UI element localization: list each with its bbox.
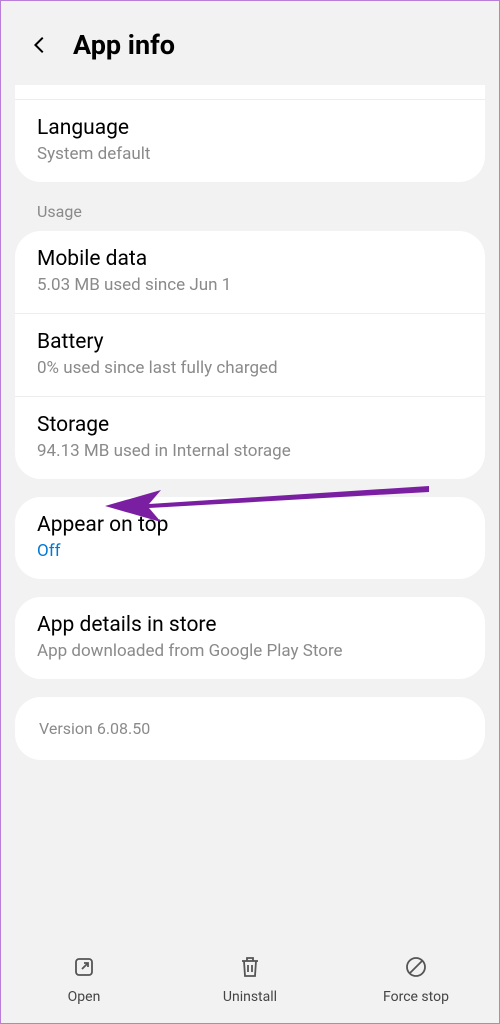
section-label-usage: Usage xyxy=(15,182,485,231)
row-subtitle: App downloaded from Google Play Store xyxy=(37,641,463,661)
forbidden-icon xyxy=(402,953,430,981)
row-title: Mobile data xyxy=(37,247,463,271)
trash-icon xyxy=(236,953,264,981)
row-mobile-data[interactable]: Mobile data 5.03 MB used since Jun 1 xyxy=(15,231,485,314)
row-subtitle: 94.13 MB used in Internal storage xyxy=(37,441,463,461)
page-title: App info xyxy=(73,29,175,61)
appear-on-top-card: Appear on top Off xyxy=(15,497,485,579)
version-card: Version 6.08.50 xyxy=(15,697,485,760)
version-text: Version 6.08.50 xyxy=(39,719,461,738)
bottom-bar: Open Uninstall Force stop xyxy=(1,939,499,1023)
row-appear-on-top[interactable]: Appear on top Off xyxy=(15,497,485,579)
bottom-label: Force stop xyxy=(383,989,449,1005)
row-title: Storage xyxy=(37,413,463,437)
row-storage[interactable]: Storage 94.13 MB used in Internal storag… xyxy=(15,397,485,479)
back-icon[interactable] xyxy=(29,34,51,56)
row-language[interactable]: Language System default xyxy=(15,100,485,182)
bottom-label: Uninstall xyxy=(223,989,277,1005)
row-title: Language xyxy=(37,116,463,140)
row-title: App details in store xyxy=(37,613,463,637)
open-icon xyxy=(70,953,98,981)
language-card: Language System default xyxy=(15,85,485,182)
app-details-card: App details in store App downloaded from… xyxy=(15,597,485,679)
open-button[interactable]: Open xyxy=(2,953,166,1005)
row-title: Battery xyxy=(37,330,463,354)
row-subtitle: 0% used since last fully charged xyxy=(37,358,463,378)
row-subtitle: System default xyxy=(37,144,463,164)
header: App info xyxy=(1,1,499,85)
row-title: Appear on top xyxy=(37,513,463,537)
row-subtitle: 5.03 MB used since Jun 1 xyxy=(37,275,463,295)
row-app-details[interactable]: App details in store App downloaded from… xyxy=(15,597,485,679)
row-value: Off xyxy=(37,541,463,561)
uninstall-button[interactable]: Uninstall xyxy=(168,953,332,1005)
force-stop-button[interactable]: Force stop xyxy=(334,953,498,1005)
usage-card: Mobile data 5.03 MB used since Jun 1 Bat… xyxy=(15,231,485,479)
row-battery[interactable]: Battery 0% used since last fully charged xyxy=(15,314,485,397)
bottom-label: Open xyxy=(68,989,101,1005)
